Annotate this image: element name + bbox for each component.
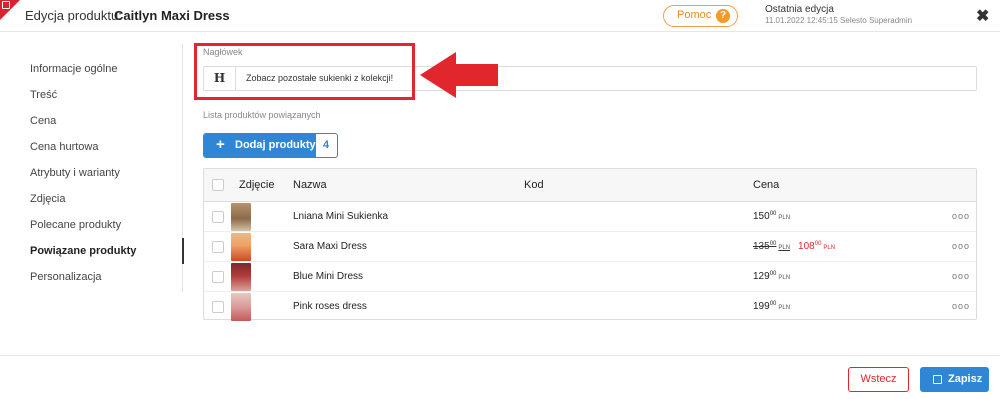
column-name: Nazwa (293, 179, 327, 191)
title-label: Edycja produktu: (25, 8, 122, 23)
old-price: 13500PLN (753, 241, 790, 252)
product-thumbnail (231, 233, 251, 261)
product-thumbnail (231, 293, 251, 321)
column-photo: Zdjęcie (239, 179, 275, 191)
sidebar-item-related[interactable]: Powiązane produkty (30, 245, 136, 257)
table-row[interactable]: Pink roses dress 19900PLN ooo (204, 292, 976, 322)
product-name-cell: Pink roses dress (293, 301, 367, 312)
select-all-checkbox[interactable] (212, 179, 224, 191)
table-row[interactable]: Blue Mini Dress 12900PLN ooo (204, 262, 976, 292)
price-cell: 19900PLN (753, 301, 790, 312)
last-edit-label: Ostatnia edycja (765, 4, 834, 15)
product-name-cell: Sara Maxi Dress (293, 241, 367, 252)
row-menu-icon[interactable]: ooo (952, 241, 970, 251)
row-checkbox[interactable] (212, 301, 224, 313)
old-price-main: 135 (753, 241, 770, 252)
sale-price-decimal: 00 (814, 241, 822, 247)
sidebar-item-attributes[interactable]: Atrybuty i warianty (30, 167, 120, 179)
floppy-disk-icon (933, 375, 942, 384)
sidebar-item-wholesale-price[interactable]: Cena hurtowa (30, 141, 99, 153)
old-price-decimal: 00 (769, 241, 777, 247)
row-checkbox[interactable] (212, 211, 224, 223)
row-menu-icon[interactable]: ooo (952, 211, 970, 221)
price-cell: 12900PLN (753, 271, 790, 282)
sidebar-item-price[interactable]: Cena (30, 115, 56, 127)
price-cell: 13500PLN 10800PLN (753, 241, 835, 252)
product-name-cell: Blue Mini Dress (293, 271, 364, 282)
product-name: Caitlyn Maxi Dress (114, 8, 230, 23)
save-button[interactable]: Zapisz (920, 367, 989, 392)
top-bar: Edycja produktu: Caitlyn Maxi Dress Pomo… (0, 0, 1000, 32)
footer-bar: Wstecz Zapisz (0, 355, 1000, 399)
table-header: Zdjęcie Nazwa Kod Cena (204, 169, 976, 202)
save-state-icon (2, 1, 10, 9)
question-icon: ? (716, 9, 730, 23)
currency: PLN (778, 215, 791, 221)
close-icon[interactable]: ✖ (976, 6, 989, 26)
add-products-button[interactable]: + Dodaj produkty 4 (203, 133, 338, 158)
price-decimal: 00 (769, 301, 777, 307)
save-label: Zapisz (948, 373, 983, 385)
sidebar-item-general[interactable]: Informacje ogólne (30, 63, 117, 75)
sale-currency: PLN (823, 245, 836, 251)
row-checkbox[interactable] (212, 271, 224, 283)
sidebar-item-content[interactable]: Treść (30, 89, 57, 101)
price-decimal: 00 (769, 211, 777, 217)
last-edit-meta: 11.01.2022 12:45:15 Selesto Superadmin (765, 16, 913, 25)
row-menu-icon[interactable]: ooo (952, 271, 970, 281)
price-main: 129 (753, 271, 770, 282)
related-count-badge: 4 (323, 139, 330, 151)
price-decimal: 00 (769, 271, 777, 277)
help-button[interactable]: Pomoc ? (663, 5, 738, 27)
currency: PLN (778, 305, 791, 311)
back-button[interactable]: Wstecz (848, 367, 909, 392)
price-main: 150 (753, 211, 770, 222)
sale-price: 10800PLN (798, 241, 835, 252)
table-row[interactable]: Lniana Mini Sukienka 15000PLN ooo (204, 202, 976, 232)
add-products-label: Dodaj produkty (235, 139, 316, 151)
row-menu-icon[interactable]: ooo (952, 301, 970, 311)
arrow-left-icon (420, 52, 498, 98)
active-indicator (182, 238, 184, 264)
product-name-cell: Lniana Mini Sukienka (293, 211, 389, 222)
currency: PLN (778, 275, 791, 281)
column-price: Cena (753, 179, 780, 191)
price-cell: 15000PLN (753, 211, 790, 222)
sidebar-item-photos[interactable]: Zdjęcia (30, 193, 65, 205)
related-list-label: Lista produktów powiązanych (203, 110, 321, 120)
price-main: 199 (753, 301, 770, 312)
product-thumbnail (231, 263, 251, 291)
highlight-box (194, 43, 415, 100)
sidebar-item-personalization[interactable]: Personalizacja (30, 271, 102, 283)
help-label: Pomoc (677, 9, 712, 21)
column-code: Kod (524, 179, 544, 191)
sidebar-item-recommended[interactable]: Polecane produkty (30, 219, 121, 231)
row-checkbox[interactable] (212, 241, 224, 253)
related-products-table: Zdjęcie Nazwa Kod Cena Lniana Mini Sukie… (203, 168, 977, 322)
plus-icon: + (216, 136, 225, 153)
table-row[interactable]: Sara Maxi Dress 13500PLN 10800PLN ooo (204, 232, 976, 262)
product-thumbnail (231, 203, 251, 231)
old-currency: PLN (778, 245, 791, 251)
add-products-main: + Dodaj produkty (204, 134, 316, 157)
sidebar: Informacje ogólne Treść Cena Cena hurtow… (0, 32, 184, 292)
sale-price-main: 108 (798, 241, 815, 252)
